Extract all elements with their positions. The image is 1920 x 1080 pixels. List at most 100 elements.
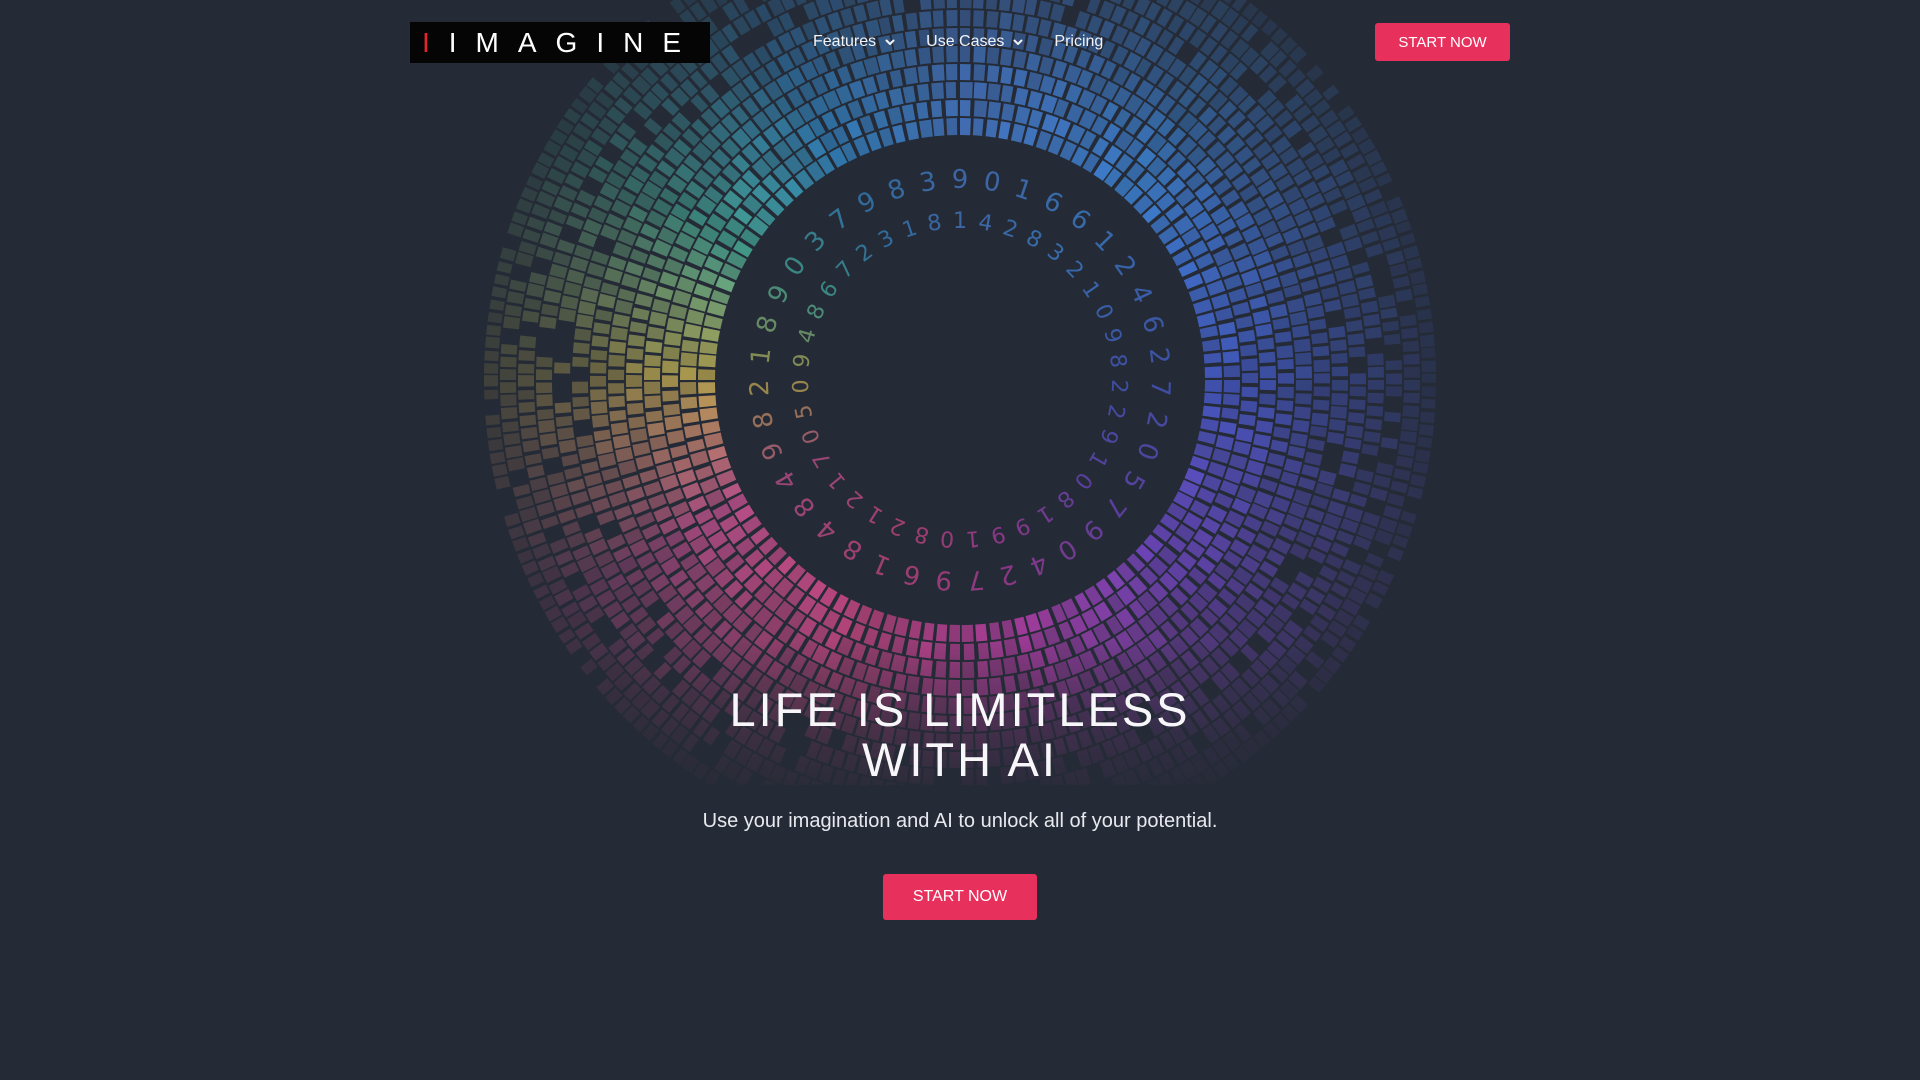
ring-digit: 8	[751, 312, 784, 336]
ring-digit: 0	[1130, 438, 1164, 464]
header-start-now-button[interactable]: START NOW	[1375, 23, 1510, 61]
main-nav: Features Use Cases Pricing	[813, 31, 1103, 53]
ring-digit: 8	[884, 173, 909, 207]
ring-digit: 5	[1116, 465, 1150, 494]
landing-page: 9016612462720579042796184849821890379831…	[0, 0, 1920, 1080]
nav-use-cases[interactable]: Use Cases	[926, 33, 1024, 51]
ring-digit: 7	[808, 447, 837, 472]
ring-digit: 2	[1000, 216, 1021, 244]
nav-features-label: Features	[813, 33, 877, 50]
ring-digit: 3	[1042, 239, 1068, 267]
ring-digit: 4	[977, 210, 995, 237]
ring-digit: 8	[1104, 352, 1131, 369]
ring-digit: 3	[917, 166, 938, 198]
ring-digit: 1	[1083, 447, 1112, 472]
ring-digit: 9	[789, 352, 816, 369]
ring-digit: 0	[1069, 467, 1097, 494]
ring-digit: 2	[887, 512, 910, 540]
ring-digit: 2	[1060, 257, 1088, 284]
hero-start-now-button[interactable]: START NOW	[883, 874, 1037, 920]
ring-digit: 0	[798, 425, 826, 447]
hero-headline: LIFE IS LIMITLESS WITH AI	[560, 685, 1360, 785]
ring-digit: 0	[982, 166, 1003, 198]
ring-digit: 9	[934, 564, 953, 595]
hero-subheadline: Use your imagination and AI to unlock al…	[702, 810, 1218, 832]
ring-digit: 2	[996, 558, 1019, 591]
imagine-logo[interactable]: I IMAGINE	[410, 22, 710, 63]
ring-digit: 9	[1098, 326, 1126, 346]
logo-accent-letter: I	[422, 26, 449, 58]
ring-digit: 9	[1011, 512, 1034, 540]
ring-digit: 9	[762, 280, 796, 308]
ring-digit: 2	[852, 239, 878, 267]
ring-digit: 8	[912, 520, 932, 548]
ring-digit: 1	[899, 216, 920, 244]
ring-digit: 3	[874, 225, 898, 254]
ring-digit: 7	[824, 203, 855, 237]
ring-digit: 7	[832, 257, 860, 284]
ring-digit: 1	[1076, 277, 1105, 303]
ring-digit: 0	[778, 251, 812, 282]
ring-digit: 2	[1140, 409, 1173, 431]
ring-digit: 4	[794, 326, 822, 346]
ring-digit: 1	[953, 209, 967, 234]
ring-digit: 1	[1032, 500, 1057, 529]
ring-digit: 2	[1108, 251, 1142, 282]
ring-digit: 1	[746, 346, 778, 366]
ring-digit: 0	[789, 379, 815, 394]
ring-digit: 0	[1052, 532, 1082, 566]
site-header: I IMAGINE Features Use Cases Pricing STAR…	[0, 0, 1920, 84]
ring-digit: 2	[1106, 379, 1132, 394]
ring-digit: 1	[965, 525, 981, 551]
ring-digit: 8	[788, 491, 822, 523]
nav-pricing-label: Pricing	[1054, 33, 1104, 50]
ring-digit: 2	[841, 485, 868, 513]
ring-digit: 6	[900, 558, 923, 591]
ring-digit: 0	[1089, 300, 1118, 323]
ring-digit: 0	[939, 525, 955, 551]
ring-digit: 3	[799, 225, 832, 258]
ring-digit: 4	[770, 465, 804, 494]
ring-digit: 8	[1022, 225, 1046, 254]
ring-digits: 9 0 1 6612462720579042796184849821890379 8 31…	[745, 165, 1175, 595]
ring-digit: 8	[802, 300, 831, 323]
ring-digit: 1	[1011, 173, 1036, 207]
ring-digit: 7	[1098, 491, 1132, 523]
hero-headline-line-1: LIFE IS LIMITLESS	[729, 683, 1191, 736]
ring-digit: 8	[1052, 485, 1079, 513]
ring-digit: 9	[1094, 425, 1122, 447]
chevron-down-icon	[1012, 36, 1024, 48]
ring-digit: 6	[1064, 203, 1095, 237]
ring-digit: 9	[988, 520, 1008, 548]
ring-digit: 9	[756, 438, 790, 464]
ring-digit: 2	[1143, 346, 1175, 366]
ring-digit: 1	[868, 547, 895, 581]
ring-digit: 7	[1144, 379, 1175, 397]
hero-headline-line-2: WITH AI	[862, 733, 1058, 786]
ring-digit: 2	[745, 379, 776, 397]
ring-digit: 1	[1088, 225, 1121, 258]
ring-digit: 4	[811, 513, 843, 546]
ring-digit: 9	[1076, 513, 1108, 546]
ring-digit: 5	[791, 402, 818, 421]
nav-pricing[interactable]: Pricing	[1054, 33, 1103, 51]
ring-digit: 7	[967, 564, 986, 595]
ring-digit: 8	[748, 409, 781, 431]
ring-digit: 9	[952, 165, 969, 195]
ring-digit: 4	[1124, 280, 1158, 308]
ring-digit: 6	[815, 277, 844, 303]
ring-digit: 9	[853, 186, 882, 220]
nav-use-cases-label: Use Cases	[926, 33, 1005, 50]
logo-wordmark: IMAGINE	[448, 26, 701, 58]
ring-digit: 8	[926, 210, 944, 237]
ring-digit: 2	[1102, 402, 1129, 421]
ring-digit: 6	[1039, 186, 1068, 220]
ring-digit: 1	[863, 500, 888, 529]
hero-data-ring-illustration: 9016612462720579042796184849821890379831…	[480, 0, 1440, 785]
chevron-down-icon	[884, 36, 896, 48]
ring-digit: 6	[1135, 312, 1168, 336]
nav-features[interactable]: Features	[813, 33, 896, 51]
ring-digit: 1	[823, 467, 851, 494]
ring-digit: 8	[838, 532, 868, 566]
ring-digit: 4	[1025, 547, 1052, 581]
